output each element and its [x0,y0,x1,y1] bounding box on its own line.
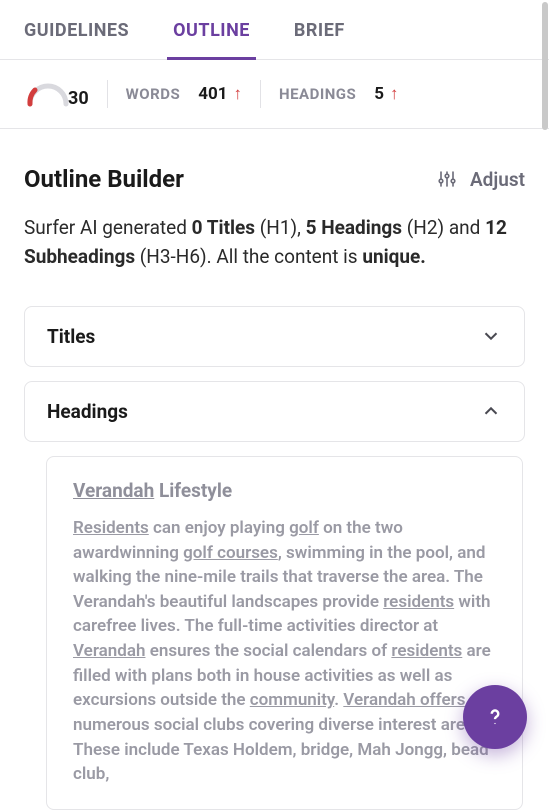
txt: can enjoy playing [149,518,289,538]
summary-unique: unique. [362,245,425,268]
help-button[interactable] [463,685,527,749]
tabs-bar: GUIDELINES OUTLINE BRIEF [0,0,549,60]
summary-text: Surfer AI generated 0 Titles (H1), 5 Hea… [24,213,525,272]
tab-guidelines[interactable]: GUIDELINES [24,10,129,59]
words-label: WORDS [126,85,181,103]
headings-value: 5 ↑ [374,84,398,104]
txt: . [334,690,343,710]
txt: numerous social clubs covering diverse i… [73,715,489,784]
accordion-titles-header[interactable]: Titles [25,307,524,366]
summary-titles-count: 0 Titles [192,216,255,239]
stats-bar: 30 WORDS 401 ↑ HEADINGS 5 ↑ [0,60,549,129]
kw: Residents [73,518,149,538]
kw: golf [289,518,319,538]
summary-pre: Surfer AI generated [24,216,192,239]
words-value: 401 ↑ [198,84,242,104]
gauge-icon [24,78,72,110]
accordion-titles-label: Titles [47,325,95,348]
kw: community [250,690,334,710]
kw: Verandah [73,641,145,661]
page-title: Outline Builder [24,165,184,193]
summary-t1: (H1), [255,216,306,239]
header-row: Outline Builder Adjust [24,165,525,193]
card-title: Verandah Lifestyle [73,479,496,502]
kw: residents [383,592,454,612]
headings-number: 5 [374,84,384,104]
accordion-titles: Titles [24,306,525,367]
summary-t3: (H3-H6). All the content is [135,245,362,268]
scrollbar[interactable] [541,0,549,771]
headings-label: HEADINGS [279,85,356,103]
accordion-headings: Headings [24,381,525,442]
summary-t2: (H2) and [402,216,485,239]
chevron-up-icon [480,400,502,422]
accordion-headings-label: Headings [47,400,128,423]
score-value: 30 [68,88,89,109]
arrow-up-icon: ↑ [233,84,242,104]
score-gauge: 30 [24,78,89,110]
divider [260,80,261,108]
card-title-rest: Lifestyle [154,479,232,502]
kw: golf courses [183,543,278,563]
card-title-link: Verandah [73,479,154,502]
chevron-down-icon [480,325,502,347]
tab-brief[interactable]: BRIEF [294,10,345,59]
question-icon [482,704,508,730]
sliders-icon [438,170,456,188]
divider [107,80,108,108]
summary-headings-count: 5 Headings [306,216,402,239]
heading-card[interactable]: Verandah Lifestyle Residents can enjoy p… [46,456,523,810]
scrollbar-thumb[interactable] [542,2,548,130]
card-body: Residents can enjoy playing golf on the … [73,516,496,787]
kw: residents [391,641,462,661]
tab-outline[interactable]: OUTLINE [173,10,250,59]
words-number: 401 [198,84,227,104]
txt: ensures the social calendars of [145,641,391,661]
kw: Verandah offers [343,690,465,710]
adjust-label: Adjust [470,168,525,191]
adjust-button[interactable]: Adjust [438,168,525,191]
accordion-headings-header[interactable]: Headings [25,382,524,441]
arrow-up-icon: ↑ [390,84,399,104]
